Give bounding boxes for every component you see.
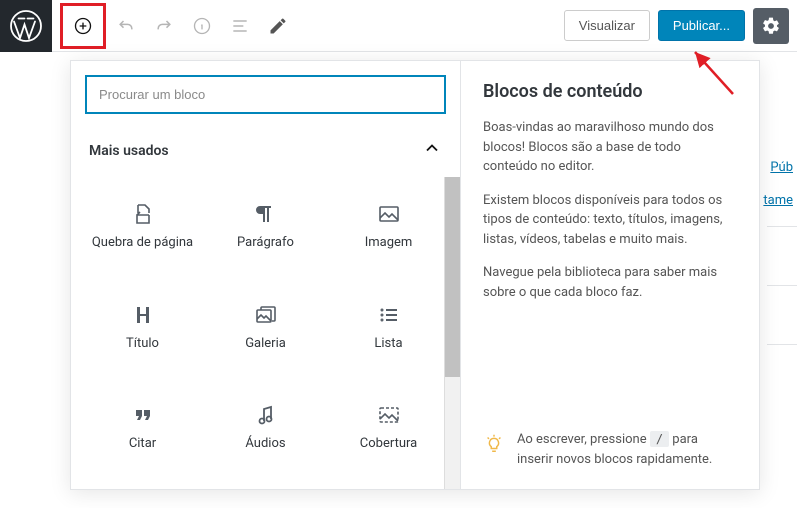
info-paragraph: Navegue pela biblioteca para saber mais …	[483, 263, 737, 302]
block-item-gallery[interactable]: Galeria	[204, 278, 327, 379]
inserter-info-panel: Blocos de conteúdo Boas-vindas ao maravi…	[461, 61, 759, 489]
scrollbar-thumb[interactable]	[445, 177, 460, 377]
peek-link-1[interactable]: Púb	[763, 160, 797, 175]
info-title: Blocos de conteúdo	[483, 81, 737, 102]
tip-box: Ao escrever, pressione / para inserir no…	[483, 430, 737, 469]
edit-button[interactable]	[260, 8, 296, 44]
add-block-button[interactable]	[65, 8, 101, 44]
block-label: Cobertura	[360, 436, 417, 453]
search-wrap	[71, 61, 460, 128]
block-inserter-panel: Mais usados Quebra de página Parágrafo	[70, 60, 760, 490]
chevron-up-icon	[422, 138, 442, 163]
block-label: Lista	[374, 336, 402, 353]
image-icon	[376, 201, 402, 227]
block-item-paragraph[interactable]: Parágrafo	[204, 177, 327, 278]
toolbar-right-group: Visualizar Publicar...	[564, 8, 789, 44]
search-block-input[interactable]	[85, 75, 446, 114]
info-paragraph: Boas-vindas ao maravilhoso mundo dos blo…	[483, 118, 737, 177]
block-item-page-break[interactable]: Quebra de página	[81, 177, 204, 278]
publish-button[interactable]: Publicar...	[658, 10, 745, 41]
peek-link-2[interactable]: tame	[763, 193, 797, 208]
page-break-icon	[130, 201, 156, 227]
add-block-highlight	[60, 3, 106, 49]
category-header[interactable]: Mais usados	[71, 128, 460, 177]
blocks-grid: Quebra de página Parágrafo Imagem Título	[71, 177, 460, 489]
block-label: Citar	[129, 436, 156, 453]
info-paragraph: Existem blocos disponíveis para todos os…	[483, 191, 737, 250]
editor-toolbar: Visualizar Publicar...	[52, 0, 797, 52]
block-label: Título	[126, 336, 159, 353]
block-item-heading[interactable]: Título	[81, 278, 204, 379]
quote-icon	[130, 402, 156, 428]
block-item-image[interactable]: Imagem	[327, 177, 450, 278]
scrollbar[interactable]	[444, 177, 460, 489]
block-label: Áudios	[245, 436, 285, 453]
block-label: Parágrafo	[237, 235, 294, 252]
block-label: Quebra de página	[92, 235, 193, 252]
paragraph-icon	[253, 201, 279, 227]
preview-button[interactable]: Visualizar	[564, 10, 650, 41]
wp-admin-bar	[0, 0, 52, 52]
outline-button[interactable]	[222, 8, 258, 44]
wp-logo-icon[interactable]	[8, 8, 44, 44]
block-item-audio[interactable]: Áudios	[204, 378, 327, 479]
block-label: Galeria	[245, 336, 286, 353]
gallery-icon	[253, 302, 279, 328]
list-icon	[376, 302, 402, 328]
kbd-slash: /	[650, 431, 669, 447]
audio-icon	[253, 402, 279, 428]
block-label: Imagem	[365, 235, 413, 252]
block-item-quote[interactable]: Citar	[81, 378, 204, 479]
sidebar-peek: Púb tame	[763, 160, 797, 403]
info-button[interactable]	[184, 8, 220, 44]
redo-button[interactable]	[146, 8, 182, 44]
tip-text: Ao escrever, pressione / para inserir no…	[517, 430, 737, 469]
cover-icon	[376, 402, 402, 428]
toolbar-left-group	[60, 3, 296, 49]
undo-button[interactable]	[108, 8, 144, 44]
lightbulb-icon	[483, 432, 505, 461]
block-item-cover[interactable]: Cobertura	[327, 378, 450, 479]
block-item-list[interactable]: Lista	[327, 278, 450, 379]
settings-button[interactable]	[753, 8, 789, 44]
inserter-left-column: Mais usados Quebra de página Parágrafo	[71, 61, 461, 489]
heading-icon	[130, 302, 156, 328]
category-title: Mais usados	[89, 143, 169, 159]
